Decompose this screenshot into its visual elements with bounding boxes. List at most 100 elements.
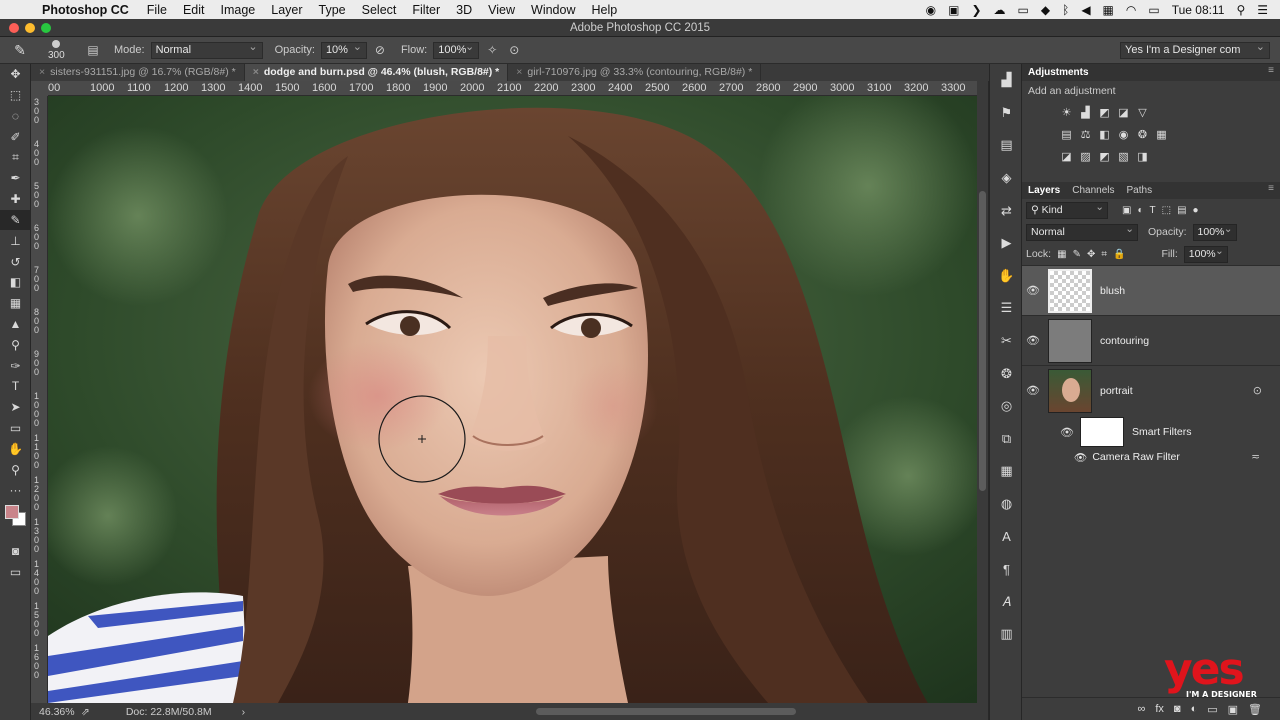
path-selection-tool-icon[interactable]: ➤	[0, 397, 31, 418]
wifi-icon[interactable]: ◠	[1126, 3, 1136, 17]
pressure-opacity-icon[interactable]: ⊘	[371, 43, 389, 57]
menu-select[interactable]: Select	[354, 3, 405, 17]
timeline-icon[interactable]: ⇄	[990, 194, 1023, 227]
flow-input[interactable]: 100%	[433, 40, 480, 59]
3d-icon[interactable]: ◍	[990, 488, 1023, 521]
photo-filter-icon[interactable]: ◉	[1117, 129, 1130, 142]
volume-icon[interactable]: ◀	[1081, 3, 1090, 17]
gradient-tool-icon[interactable]: ▦	[0, 293, 31, 314]
foreground-color-swatch[interactable]	[5, 504, 19, 519]
menu-type[interactable]: Type	[311, 3, 354, 17]
export-icon[interactable]: ⇗	[81, 706, 90, 718]
camera-icon[interactable]: ▣	[948, 3, 959, 17]
actions-icon[interactable]: ◈	[990, 162, 1023, 195]
workspace-select[interactable]: Yes I'm a Designer com	[1120, 40, 1270, 59]
brush-presets-icon[interactable]: ✋	[990, 260, 1023, 293]
panel-menu-icon[interactable]: ≡	[1268, 65, 1274, 76]
menu-window[interactable]: Window	[523, 3, 583, 17]
notification-center-icon[interactable]: ☰	[1257, 3, 1268, 17]
clock[interactable]: Tue 08:11	[1172, 3, 1225, 17]
menu-image[interactable]: Image	[213, 3, 264, 17]
navigator-icon[interactable]: ⚑	[990, 97, 1023, 130]
lock-all-icon[interactable]: 🔒	[1113, 249, 1125, 260]
fill-input[interactable]: 100%	[1183, 244, 1228, 263]
filter-adjustment-icon[interactable]: ◐	[1137, 205, 1143, 216]
quick-selection-tool-icon[interactable]: ✐	[0, 126, 31, 147]
filter-pixel-icon[interactable]: ▣	[1122, 205, 1131, 216]
posterize-icon[interactable]: ▨	[1079, 151, 1092, 164]
threshold-icon[interactable]: ◩	[1098, 151, 1111, 164]
type-tool-icon[interactable]: T	[0, 376, 31, 397]
bluetooth-icon[interactable]: ᛒ	[1062, 3, 1069, 17]
new-layer-icon[interactable]: ▣	[1228, 703, 1238, 716]
spotlight-search-icon[interactable]: ⚲	[1236, 3, 1245, 17]
lock-artboard-icon[interactable]: ⌗	[1101, 249, 1107, 260]
zoom-tool-icon[interactable]: ⚲	[0, 459, 31, 480]
opacity-input[interactable]: 10%	[320, 40, 367, 59]
ruler-corner[interactable]	[31, 81, 48, 96]
notification-icon[interactable]: ◉	[926, 3, 936, 17]
hue-saturation-icon[interactable]: ▤	[1060, 129, 1073, 142]
exposure-icon[interactable]: ◪	[1117, 107, 1130, 120]
crop-tool-icon[interactable]: ⌗	[0, 147, 31, 168]
paragraph-icon[interactable]: ¶	[990, 553, 1023, 586]
layer-contouring[interactable]: 👁 contouring	[1022, 315, 1280, 365]
menu-layer[interactable]: Layer	[263, 3, 310, 17]
dropbox-icon[interactable]: ◆	[1041, 3, 1050, 17]
visibility-eye-icon[interactable]: 👁	[1074, 451, 1087, 464]
new-adjustment-icon[interactable]: ◐	[1191, 703, 1198, 715]
eraser-tool-icon[interactable]: ◧	[0, 272, 31, 293]
brush-tool-preset-icon[interactable]: ✎	[0, 42, 40, 59]
menu-file[interactable]: File	[139, 3, 175, 17]
layer-portrait[interactable]: 👁 portrait ⊙	[1022, 365, 1280, 415]
delete-layer-icon[interactable]: 🗑	[1248, 703, 1262, 716]
play-icon[interactable]: ▶	[990, 227, 1023, 260]
lock-position-icon[interactable]: ✥	[1087, 249, 1095, 260]
brush-tool-icon[interactable]: ✎	[0, 209, 31, 231]
glyphs-icon[interactable]: 𝐴	[990, 586, 1023, 619]
new-group-icon[interactable]: ▭	[1207, 703, 1217, 716]
mode-select[interactable]: Normal	[150, 40, 263, 59]
history-brush-tool-icon[interactable]: ↺	[0, 251, 31, 272]
cloud-icon[interactable]: ☁	[994, 3, 1006, 17]
close-window-button[interactable]	[9, 23, 19, 33]
clone-stamp-tool-icon[interactable]: ⊥	[0, 230, 31, 251]
filter-smart-object-icon[interactable]: ▤	[1177, 205, 1186, 216]
blend-mode-select[interactable]: Normal	[1026, 222, 1138, 241]
brush-panel-toggle-icon[interactable]: ▤	[84, 43, 102, 57]
visibility-eye-icon[interactable]: 👁	[1022, 334, 1044, 347]
close-tab-icon[interactable]: ×	[516, 66, 522, 78]
layer-opacity-input[interactable]: 100%	[1192, 222, 1237, 241]
tab-channels[interactable]: Channels	[1066, 185, 1120, 196]
layer-style-icon[interactable]: fx	[1155, 703, 1164, 715]
visibility-eye-icon[interactable]: 👁	[1022, 284, 1044, 297]
smart-filter-mask-thumbnail[interactable]	[1080, 417, 1124, 447]
visibility-eye-icon[interactable]: 👁	[1056, 426, 1078, 439]
tools-icon[interactable]: ✂	[990, 325, 1023, 358]
channel-mixer-icon[interactable]: ❂	[1136, 129, 1149, 142]
notes-icon[interactable]: ▥	[990, 618, 1023, 651]
dodge-tool-icon[interactable]: ⚲	[0, 334, 31, 355]
layer-name[interactable]: contouring	[1100, 335, 1149, 347]
layer-name[interactable]: blush	[1100, 285, 1125, 297]
menu-edit[interactable]: Edit	[175, 3, 213, 17]
brush-preset-picker[interactable]: 300	[40, 37, 80, 64]
menu-help[interactable]: Help	[584, 3, 626, 17]
vertical-ruler[interactable]: 300 400 500 600 700 800 900 1000 1100 1200 1300 140…	[31, 96, 48, 703]
styles-icon[interactable]: ❂	[990, 357, 1023, 390]
horizontal-scrollbar-thumb[interactable]	[536, 708, 796, 715]
color-balance-icon[interactable]: ⚖	[1079, 129, 1092, 142]
curves-icon[interactable]: ◩	[1098, 107, 1111, 120]
pressure-size-icon[interactable]: ⊙	[505, 43, 523, 57]
more-tools-icon[interactable]: ···	[0, 480, 31, 501]
hand-tool-icon[interactable]: ✋	[0, 438, 31, 459]
link-layers-icon[interactable]: ∞	[1138, 703, 1146, 715]
clone-source-icon[interactable]: ⧉	[990, 423, 1023, 456]
quick-mask-icon[interactable]: ◙	[0, 541, 31, 562]
selective-color-icon[interactable]: ◨	[1136, 151, 1149, 164]
gradient-map-icon[interactable]: ▧	[1117, 151, 1130, 164]
minimize-window-button[interactable]	[25, 23, 35, 33]
vertical-scrollbar-thumb[interactable]	[979, 191, 986, 491]
menu-view[interactable]: View	[480, 3, 523, 17]
sliders-icon[interactable]: ☰	[990, 292, 1023, 325]
